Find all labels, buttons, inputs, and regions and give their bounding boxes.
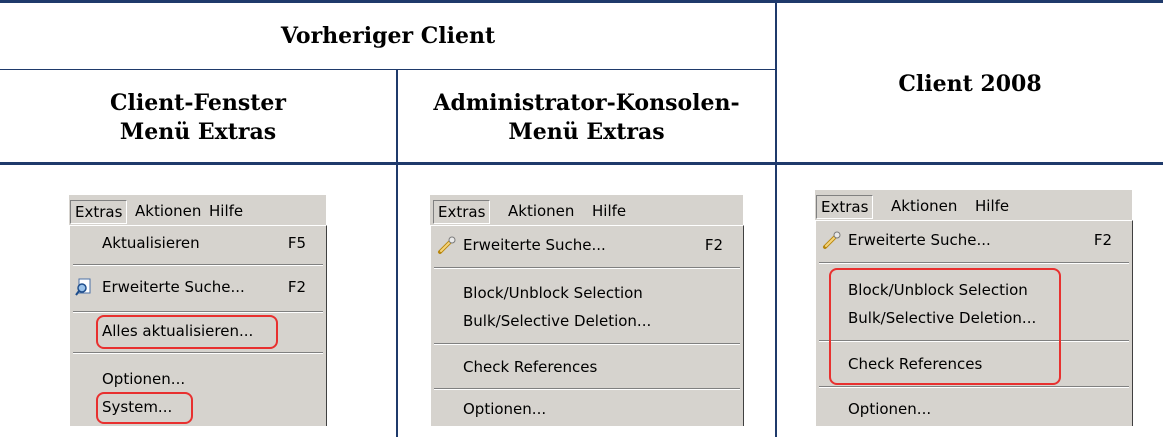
menu-separator xyxy=(73,352,323,354)
menu-item-optionen[interactable]: Optionen... xyxy=(70,366,326,392)
menu-item-erweiterte-suche[interactable]: Erweiterte Suche... F2 xyxy=(70,274,326,300)
menubar: Extras Aktionen Hilfe xyxy=(815,190,1132,220)
header-client-2008: Client 2008 xyxy=(898,71,1042,97)
header-admin-console-line1: Administrator-Konsolen- xyxy=(433,90,740,116)
menu-item-aktualisieren[interactable]: Aktualisieren F5 xyxy=(70,230,326,256)
binoculars-icon xyxy=(438,236,456,254)
previous-client-underline xyxy=(0,69,776,70)
client-window-menu-screenshot: Extras Aktionen Hilfe Aktualisieren F5 E… xyxy=(69,195,327,426)
header-client-window-line1: Client-Fenster xyxy=(109,90,287,116)
menu-item-erweiterte-suche[interactable]: Erweiterte Suche... F2 xyxy=(816,227,1132,253)
menu-separator xyxy=(434,388,740,390)
search-page-icon xyxy=(75,278,91,296)
menu-hilfe[interactable]: Hilfe xyxy=(971,195,1013,217)
highlight-alles-aktualisieren xyxy=(96,315,278,349)
menu-separator xyxy=(434,343,740,345)
menu-separator xyxy=(819,262,1129,264)
menu-extras[interactable]: Extras xyxy=(70,200,128,224)
menu-separator xyxy=(73,311,323,313)
menu-separator xyxy=(819,386,1129,388)
menubar: Extras Aktionen Hilfe xyxy=(69,195,326,225)
binoculars-icon xyxy=(823,231,841,249)
highlight-system xyxy=(96,392,193,424)
header-previous-client: Vorheriger Client xyxy=(280,23,496,49)
menu-aktionen[interactable]: Aktionen xyxy=(131,200,205,222)
client-2008-menu-screenshot: Extras Aktionen Hilfe Erweiterte Suche..… xyxy=(815,190,1133,426)
menu-aktionen[interactable]: Aktionen xyxy=(887,195,961,217)
menu-extras[interactable]: Extras xyxy=(433,200,491,224)
menu-item-block-unblock-selection[interactable]: Block/Unblock Selection xyxy=(431,280,743,306)
header-bottom-rule xyxy=(0,162,1163,165)
menu-item-bulk-selective-deletion[interactable]: Bulk/Selective Deletion... xyxy=(431,308,743,334)
menu-item-optionen[interactable]: Optionen... xyxy=(816,396,1132,422)
menu-extras[interactable]: Extras xyxy=(816,195,874,219)
col-divider-2 xyxy=(775,0,777,437)
menu-hilfe[interactable]: Hilfe xyxy=(205,200,247,222)
menubar: Extras Aktionen Hilfe xyxy=(430,195,743,225)
header-client-window-line2: Menü Extras xyxy=(119,119,277,145)
top-rule xyxy=(0,0,1163,3)
menu-separator xyxy=(73,264,323,266)
menu-hilfe[interactable]: Hilfe xyxy=(588,200,630,222)
menu-item-optionen[interactable]: Optionen... xyxy=(431,396,743,422)
menu-aktionen[interactable]: Aktionen xyxy=(504,200,578,222)
highlight-new-items xyxy=(829,268,1061,385)
menu-item-check-references[interactable]: Check References xyxy=(431,354,743,380)
menu-item-erweiterte-suche[interactable]: Erweiterte Suche... F2 xyxy=(431,232,743,258)
admin-console-menu-screenshot: Extras Aktionen Hilfe Erweiterte Suche..… xyxy=(430,195,744,426)
extras-dropdown: Erweiterte Suche... F2 Block/Unblock Sel… xyxy=(430,225,744,426)
header-admin-console-line2: Menü Extras xyxy=(508,119,665,145)
menu-separator xyxy=(434,267,740,269)
